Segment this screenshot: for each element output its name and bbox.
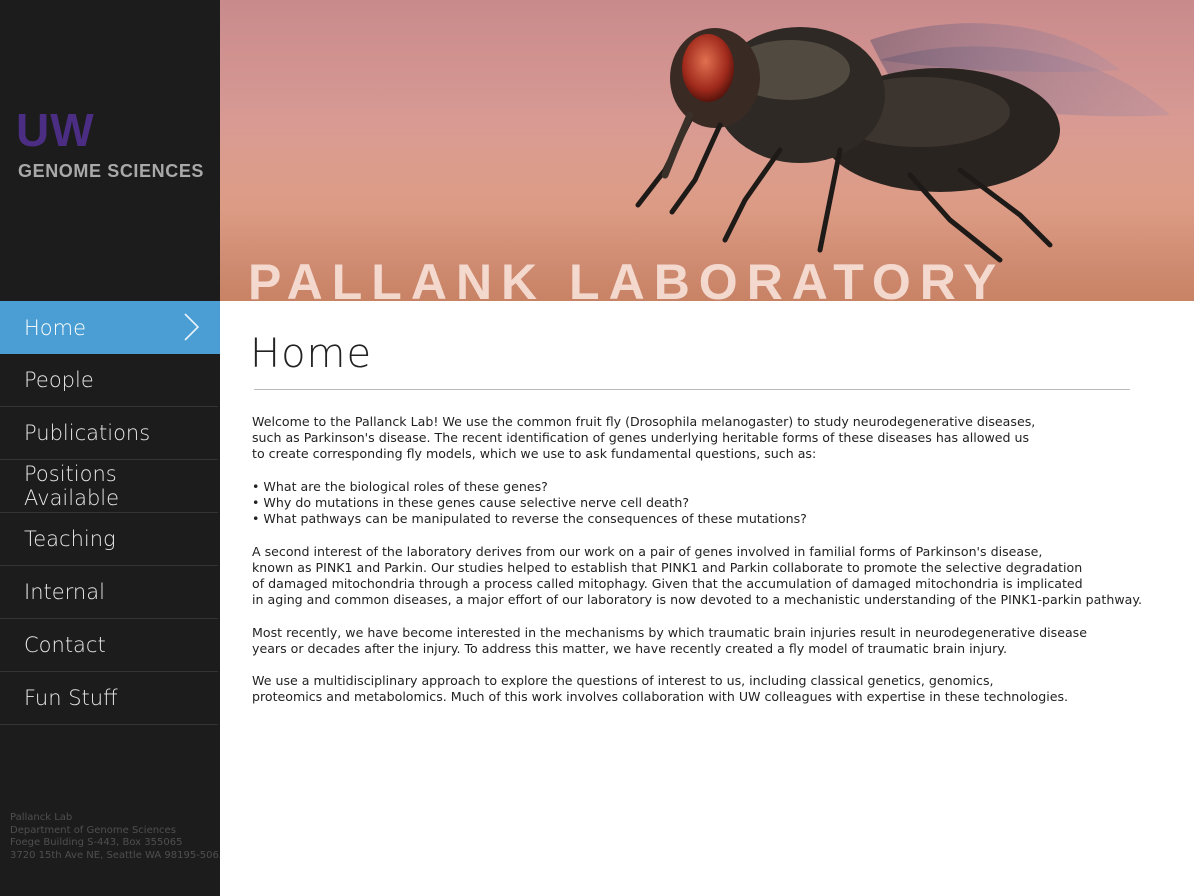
nav-item-label: Fun Stuff bbox=[24, 686, 118, 710]
text-line: Most recently, we have become interested… bbox=[252, 624, 1087, 640]
nav-item-label: Contact bbox=[24, 633, 106, 657]
text-line: A second interest of the laboratory deri… bbox=[252, 543, 1043, 559]
text-line: Welcome to the Pallanck Lab! We use the … bbox=[252, 414, 1036, 429]
text-line: in aging and common diseases, a major ef… bbox=[252, 592, 1142, 608]
nav-item-home[interactable]: Home bbox=[0, 301, 220, 354]
nav-item-publications[interactable]: Publications bbox=[0, 407, 218, 460]
home-body: Welcome to the Pallanck Lab! We use the … bbox=[252, 414, 1182, 722]
nav-item-contact[interactable]: Contact bbox=[0, 619, 218, 672]
banner-title: PALLANK LABORATORY bbox=[248, 254, 1006, 301]
nav-item-people[interactable]: People bbox=[0, 354, 218, 407]
questions-list: • What are the biological roles of these… bbox=[252, 479, 1182, 528]
main-nav: Home People Publications Positions Avail… bbox=[0, 301, 220, 725]
intro-paragraph: Welcome to the Pallanck Lab! We use the … bbox=[252, 414, 1182, 463]
text-line: years or decades after the injury. To ad… bbox=[252, 640, 1007, 656]
page-title: Home bbox=[250, 331, 373, 377]
nav-item-label: Home bbox=[24, 315, 87, 340]
text-line: of damaged mitochondria through a proces… bbox=[252, 576, 1083, 591]
nav-item-label: Positions Available bbox=[24, 462, 120, 510]
chevron-right-icon bbox=[184, 313, 200, 341]
header-banner: PALLANK LABORATORY bbox=[220, 0, 1194, 301]
main-content: Home Welcome to the Pallanck Lab! We use… bbox=[220, 301, 1194, 896]
sidebar: UW GENOME SCIENCES Home People Publicati… bbox=[0, 0, 225, 896]
nav-item-internal[interactable]: Internal bbox=[0, 566, 218, 619]
lab-address: Pallanck Lab Department of Genome Scienc… bbox=[10, 812, 225, 863]
nav-item-teaching[interactable]: Teaching bbox=[0, 513, 218, 566]
nav-item-label: Internal bbox=[24, 580, 105, 604]
nav-item-label: Teaching bbox=[24, 527, 116, 551]
nav-item-label: Publications bbox=[24, 421, 151, 445]
text-line: to create corresponding fly models, whic… bbox=[252, 446, 817, 462]
address-line: Pallanck Lab bbox=[10, 812, 73, 823]
text-line: known as PINK1 and Parkin. Our studies h… bbox=[252, 559, 1083, 575]
approach-paragraph: We use a multidisciplinary approach to e… bbox=[252, 673, 1182, 705]
genome-sciences-logo[interactable]: GENOME SCIENCES bbox=[18, 160, 204, 182]
nav-item-label: People bbox=[24, 368, 94, 392]
uw-logo[interactable]: UW bbox=[16, 104, 95, 156]
pink1-parkin-paragraph: A second interest of the laboratory deri… bbox=[252, 544, 1182, 609]
brain-injury-paragraph: Most recently, we have become interested… bbox=[252, 625, 1182, 657]
address-line: 3720 15th Ave NE, Seattle WA 98195-5065 bbox=[10, 850, 226, 862]
list-item: • What pathways can be manipulated to re… bbox=[252, 511, 807, 527]
nav-item-fun-stuff[interactable]: Fun Stuff bbox=[0, 672, 218, 725]
list-item: • Why do mutations in these genes cause … bbox=[252, 495, 690, 510]
nav-item-positions-available[interactable]: Positions Available bbox=[0, 460, 218, 513]
text-line: such as Parkinson's disease. The recent … bbox=[252, 430, 1030, 446]
address-line: Foege Building S-443, Box 355065 bbox=[10, 837, 183, 849]
text-line: proteomics and metabolomics. Much of thi… bbox=[252, 689, 1069, 705]
title-divider bbox=[254, 389, 1130, 390]
list-item: • What are the biological roles of these… bbox=[252, 478, 548, 494]
text-line: We use a multidisciplinary approach to e… bbox=[252, 673, 994, 689]
address-line: Department of Genome Sciences bbox=[10, 824, 176, 836]
